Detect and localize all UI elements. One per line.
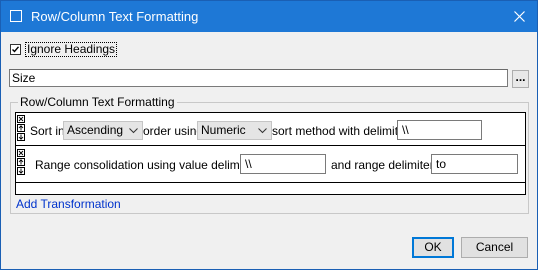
window-icon xyxy=(10,10,22,22)
close-icon xyxy=(513,11,525,22)
cancel-button[interactable]: Cancel xyxy=(461,237,528,258)
ignore-headings-checkbox[interactable] xyxy=(10,44,21,55)
window-title: Row/Column Text Formatting xyxy=(31,9,199,24)
sort-method-label: sort method with delimiter xyxy=(272,124,409,138)
move-down-icon[interactable] xyxy=(17,133,25,141)
ignore-headings-option[interactable]: Ignore Headings xyxy=(10,42,118,57)
transformations-panel: Sort in Ascending order using Numeric so… xyxy=(15,112,526,195)
groupbox-legend: Row/Column Text Formatting xyxy=(18,95,177,109)
checkmark-icon xyxy=(12,46,20,53)
row-divider xyxy=(16,182,525,183)
row-1-controls xyxy=(17,115,26,142)
move-up-icon[interactable] xyxy=(17,158,25,166)
chevron-down-icon xyxy=(129,128,138,134)
ok-button[interactable]: OK xyxy=(412,237,454,258)
remove-row-icon[interactable] xyxy=(17,115,25,123)
order-using-label: order using xyxy=(143,124,204,138)
sort-in-label: Sort in xyxy=(30,124,65,138)
add-transformation-link[interactable]: Add Transformation xyxy=(16,197,121,211)
move-up-icon[interactable] xyxy=(17,124,25,132)
sort-method-combobox[interactable]: Numeric xyxy=(197,121,272,140)
sort-order-combobox[interactable]: Ascending xyxy=(63,121,143,140)
sort-method-value: Numeric xyxy=(201,123,246,137)
row-divider xyxy=(16,145,525,146)
dialog-window: Row/Column Text Formatting Ignore Headin… xyxy=(0,0,538,270)
move-down-icon[interactable] xyxy=(17,167,25,175)
sort-order-value: Ascending xyxy=(67,123,124,137)
and-range-label: and range delimiter xyxy=(331,158,434,172)
range-consolidation-label: Range consolidation using value delimite… xyxy=(35,158,257,172)
dialog-body: Ignore Headings Size ... Row/Column Text… xyxy=(1,32,537,269)
row-2-controls xyxy=(17,149,26,176)
sort-delimiter-input[interactable]: \\ xyxy=(397,120,482,140)
ignore-headings-label[interactable]: Ignore Headings xyxy=(25,42,118,57)
title-bar[interactable]: Row/Column Text Formatting xyxy=(1,1,537,32)
range-delimiter-input[interactable]: to xyxy=(431,154,518,174)
remove-row-icon[interactable] xyxy=(17,149,25,157)
value-delimiter-input[interactable]: \\ xyxy=(240,154,326,174)
chevron-down-icon xyxy=(258,128,267,134)
close-button[interactable] xyxy=(501,1,537,32)
browse-button[interactable]: ... xyxy=(512,70,529,88)
field-input[interactable]: Size xyxy=(9,69,508,87)
